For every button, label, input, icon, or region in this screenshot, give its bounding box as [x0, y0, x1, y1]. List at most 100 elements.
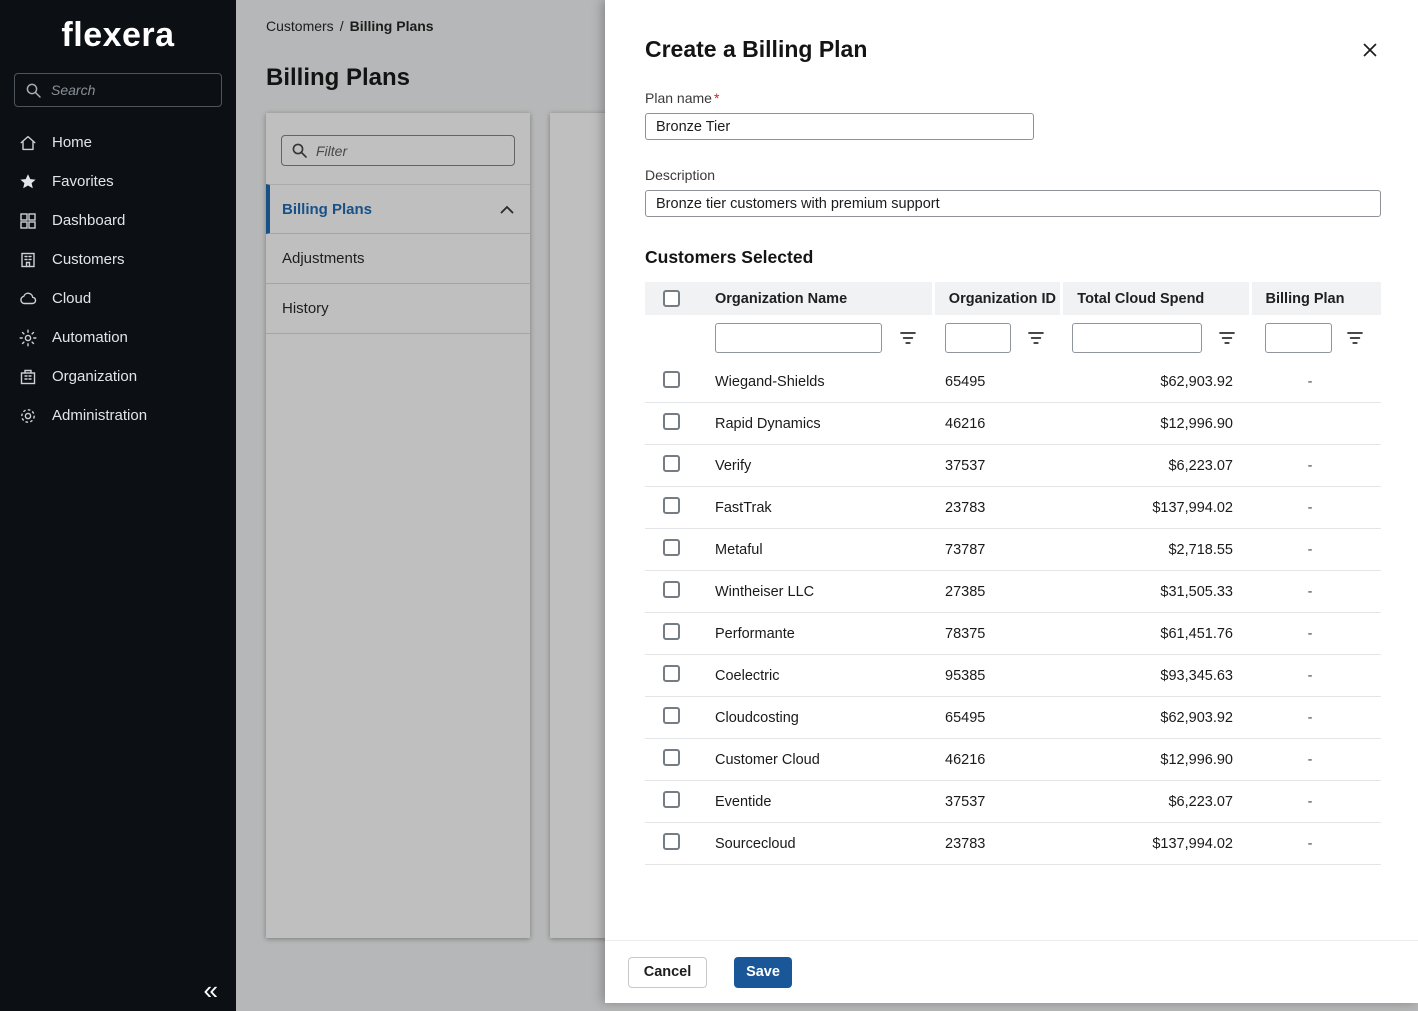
sidebar-search[interactable]: [14, 73, 222, 107]
org-id-cell: 73787: [933, 542, 1059, 558]
plan-name-label: Plan name*: [645, 90, 1418, 106]
menu-item-label: Adjustments: [282, 250, 365, 267]
org-id-cell: 65495: [933, 374, 1059, 390]
header-cell-total-cloud-spend: Total Cloud Spend: [1063, 282, 1248, 315]
checkbox-cell: [645, 833, 711, 854]
menu-item-billing-plans[interactable]: Billing Plans: [266, 184, 530, 234]
row-checkbox[interactable]: [663, 371, 680, 388]
row-checkbox[interactable]: [663, 707, 680, 724]
header-cell-organization-name: Organization Name: [645, 282, 932, 315]
table-row: Performante 78375 $61,451.76 -: [645, 613, 1381, 655]
table-row: Cloudcosting 65495 $62,903.92 -: [645, 697, 1381, 739]
org-id-cell: 46216: [933, 416, 1059, 432]
filter-icon[interactable]: [1346, 331, 1364, 345]
table-row: Customer Cloud 46216 $12,996.90 -: [645, 739, 1381, 781]
menu-item-adjustments[interactable]: Adjustments: [266, 234, 530, 284]
org-id-cell: 78375: [933, 626, 1059, 642]
row-checkbox[interactable]: [663, 749, 680, 766]
checkbox-cell: [645, 791, 711, 812]
breadcrumb-customers[interactable]: Customers: [266, 18, 334, 34]
row-checkbox[interactable]: [663, 539, 680, 556]
filter-icon[interactable]: [1218, 331, 1236, 345]
checkbox-cell: [645, 665, 711, 686]
filter-spend-input[interactable]: [1072, 323, 1202, 353]
sidebar-item-dashboard[interactable]: Dashboard: [0, 201, 236, 240]
menu-item-label: Billing Plans: [282, 201, 372, 218]
customers-selected-title: Customers Selected: [645, 247, 1418, 268]
filter-org-id-input[interactable]: [945, 323, 1011, 353]
billing-plan-cell: -: [1245, 794, 1375, 810]
spend-cell: $62,903.92: [1059, 374, 1245, 390]
drawer-title: Create a Billing Plan: [645, 36, 867, 63]
filter-icon[interactable]: [899, 331, 917, 345]
checkbox-cell: [645, 371, 711, 392]
billing-plan-cell: -: [1245, 584, 1375, 600]
star-icon: [18, 172, 38, 192]
org-id-cell: 65495: [933, 710, 1059, 726]
search-input[interactable]: [51, 82, 211, 98]
row-checkbox[interactable]: [663, 665, 680, 682]
automation-icon: [18, 328, 38, 348]
row-checkbox[interactable]: [663, 497, 680, 514]
filter-plan-input[interactable]: [1265, 323, 1332, 353]
spend-cell: $137,994.02: [1059, 500, 1245, 516]
sidebar-item-favorites[interactable]: Favorites: [0, 162, 236, 201]
billing-plan-cell: -: [1245, 500, 1375, 516]
row-checkbox[interactable]: [663, 833, 680, 850]
org-id-cell: 95385: [933, 668, 1059, 684]
search-icon: [25, 82, 42, 99]
billing-plans-page: Customers/Billing Plans Billing Plans Bi…: [236, 0, 605, 1011]
checkbox-cell: [645, 623, 711, 644]
select-all-checkbox[interactable]: [663, 290, 680, 307]
sidebar-item-label: Cloud: [52, 290, 91, 307]
billing-plan-cell: -: [1245, 752, 1375, 768]
spend-cell: $137,994.02: [1059, 836, 1245, 852]
table-row: Eventide 37537 $6,223.07 -: [645, 781, 1381, 823]
sidebar-collapse-button[interactable]: «: [196, 973, 226, 1007]
drawer-header: Create a Billing Plan: [605, 0, 1418, 63]
sidebar-item-home[interactable]: Home: [0, 123, 236, 162]
spend-cell: $61,451.76: [1059, 626, 1245, 642]
org-name-cell: Cloudcosting: [711, 710, 933, 726]
sidebar-item-organization[interactable]: Organization: [0, 357, 236, 396]
org-name-cell: Sourcecloud: [711, 836, 933, 852]
spend-cell: $2,718.55: [1059, 542, 1245, 558]
sidebar-item-customers[interactable]: Customers: [0, 240, 236, 279]
row-checkbox[interactable]: [663, 455, 680, 472]
column-label: Organization ID: [949, 291, 1056, 307]
panel-filter-input[interactable]: [316, 143, 505, 159]
sidebar-item-automation[interactable]: Automation: [0, 318, 236, 357]
row-checkbox[interactable]: [663, 413, 680, 430]
close-button[interactable]: [1358, 38, 1382, 62]
spend-cell: $6,223.07: [1059, 794, 1245, 810]
cancel-button[interactable]: Cancel: [628, 957, 707, 988]
administration-icon: [18, 406, 38, 426]
sidebar: flexera Home Favorites Dashboard: [0, 0, 236, 1011]
menu-item-history[interactable]: History: [266, 284, 530, 334]
org-name-cell: Performante: [711, 626, 933, 642]
table-filter-row: [645, 315, 1381, 361]
filter-icon[interactable]: [1027, 331, 1045, 345]
row-checkbox[interactable]: [663, 581, 680, 598]
org-id-cell: 23783: [933, 500, 1059, 516]
spend-cell: $31,505.33: [1059, 584, 1245, 600]
flexera-logo: flexera: [0, 16, 236, 55]
sidebar-item-cloud[interactable]: Cloud: [0, 279, 236, 318]
org-name-cell: Wintheiser LLC: [711, 584, 933, 600]
checkbox-cell: [645, 707, 711, 728]
row-checkbox[interactable]: [663, 623, 680, 640]
panel-filter-box[interactable]: [281, 135, 515, 166]
plan-name-input[interactable]: [645, 113, 1034, 140]
header-cell-organization-id: Organization ID: [935, 282, 1061, 315]
close-icon: [1362, 42, 1378, 58]
checkbox-cell: [645, 749, 711, 770]
save-button[interactable]: Save: [734, 957, 792, 988]
breadcrumb: Customers/Billing Plans: [236, 0, 605, 34]
row-checkbox[interactable]: [663, 791, 680, 808]
description-input[interactable]: [645, 190, 1381, 217]
table-header: Organization Name Organization ID Total …: [645, 282, 1381, 315]
sidebar-item-administration[interactable]: Administration: [0, 396, 236, 435]
filter-org-name-input[interactable]: [715, 323, 882, 353]
sidebar-item-label: Dashboard: [52, 212, 125, 229]
customers-icon: [18, 250, 38, 270]
